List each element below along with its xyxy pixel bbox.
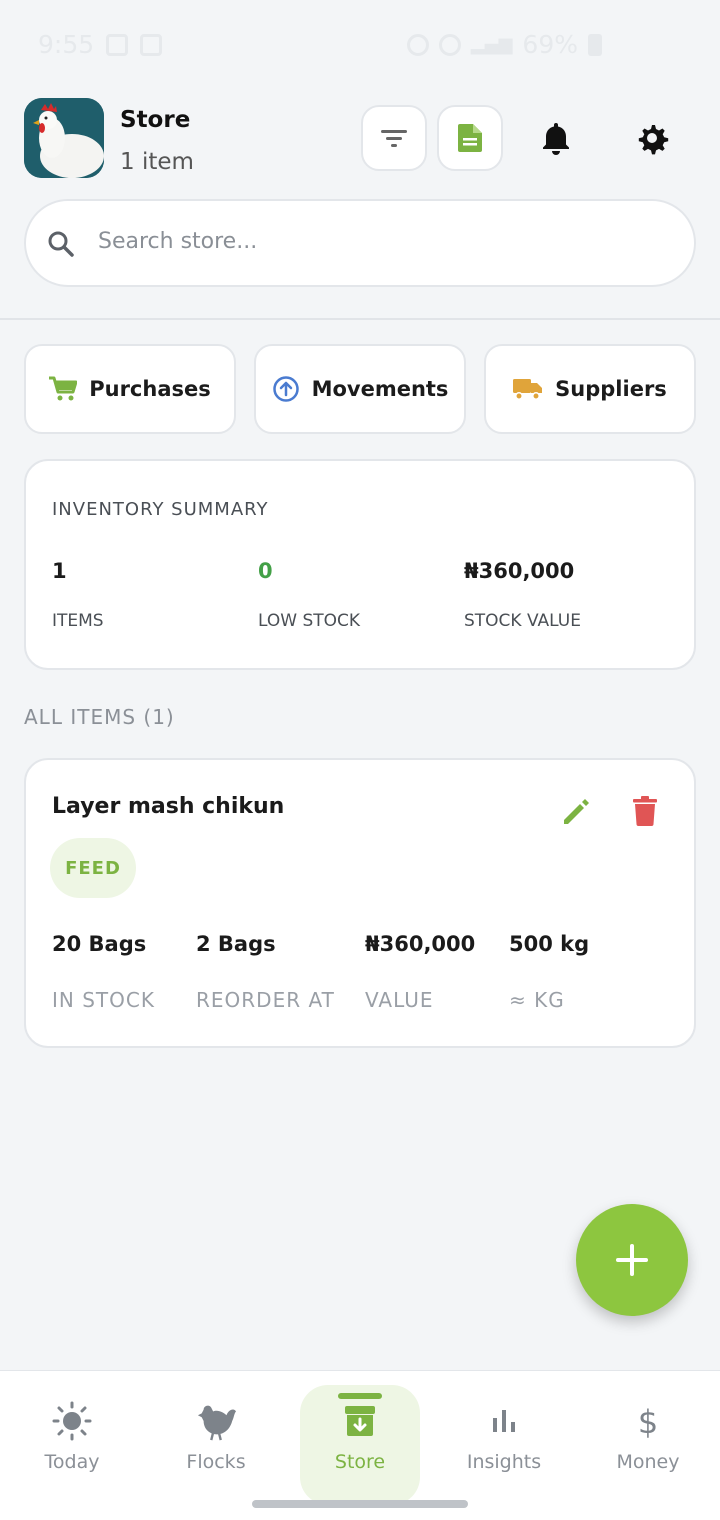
store-item-card[interactable]: Layer mash chikun FEED 20 Bags IN STOCK … <box>24 758 696 1048</box>
page-title: Store <box>120 107 191 133</box>
gesture-bar[interactable] <box>252 1500 468 1508</box>
search-icon <box>48 231 74 257</box>
nav-insights[interactable]: Insights <box>432 1371 576 1520</box>
pencil-icon <box>564 799 589 824</box>
reorder-label: REORDER AT <box>196 988 335 1012</box>
nav-active-indicator <box>338 1393 382 1399</box>
all-items-heading: ALL ITEMS (1) <box>24 705 175 729</box>
app-header: Store 1 item Search store... <box>0 95 720 320</box>
trash-icon <box>633 796 657 826</box>
plus-icon <box>616 1244 648 1276</box>
dollar-icon: $ <box>638 1403 658 1439</box>
lock-icon <box>106 33 129 56</box>
reorder-value: 2 Bags <box>196 932 276 956</box>
rooster-icon <box>197 1405 236 1441</box>
battery-icon <box>588 33 602 56</box>
nav-flocks-label: Flocks <box>186 1451 246 1473</box>
filter-icon <box>381 130 407 147</box>
item-value-label: VALUE <box>365 988 434 1012</box>
movements-label: Movements <box>311 377 449 401</box>
nav-today-label: Today <box>44 1451 100 1473</box>
settings-button[interactable] <box>619 105 685 171</box>
signal-icon: ▂▄▆ <box>470 34 513 55</box>
battery-percent: 69% <box>522 30 578 59</box>
search-bar[interactable]: Search store... <box>24 199 696 287</box>
item-count: 1 item <box>120 149 194 175</box>
edit-button[interactable] <box>560 796 592 832</box>
nav-insights-label: Insights <box>466 1451 542 1473</box>
nav-store-label: Store <box>334 1451 386 1473</box>
sun-icon <box>52 1401 92 1441</box>
nav-money-label: Money <box>616 1451 680 1473</box>
arrow-up-circle-icon <box>272 376 299 402</box>
svg-text:$: $ <box>638 1403 658 1439</box>
truck-icon <box>513 379 543 400</box>
kg-value: 500 kg <box>509 932 590 956</box>
hotspot-icon <box>438 33 461 56</box>
purchases-button[interactable]: Purchases <box>24 344 236 434</box>
bell-icon <box>543 123 569 155</box>
category-badge: FEED <box>50 838 136 898</box>
summary-caption: INVENTORY SUMMARY <box>52 499 269 520</box>
item-name: Layer mash chikun <box>52 794 285 819</box>
report-button[interactable] <box>437 105 503 171</box>
item-value-value: ₦360,000 <box>365 932 476 956</box>
image-icon <box>140 33 163 56</box>
items-count-value: 1 <box>52 559 67 583</box>
suppliers-label: Suppliers <box>555 377 667 401</box>
alarm-icon <box>406 33 429 56</box>
bottom-navigation: Today Flocks Store Insights $ Money <box>0 1370 720 1520</box>
inventory-summary-card: INVENTORY SUMMARY 1 ITEMS 0 LOW STOCK ₦3… <box>24 459 696 670</box>
store-avatar[interactable] <box>24 98 104 178</box>
purchases-label: Purchases <box>89 377 211 401</box>
in-stock-label: IN STOCK <box>52 988 155 1012</box>
document-icon <box>458 124 482 152</box>
in-stock-value: 20 Bags <box>52 932 147 956</box>
bar-chart-icon <box>493 1410 515 1432</box>
header-divider <box>0 318 720 320</box>
delete-button[interactable] <box>632 796 658 830</box>
archive-icon <box>345 1406 375 1436</box>
status-time: 9:55 <box>38 30 95 59</box>
search-input[interactable]: Search store... <box>98 229 257 254</box>
chicken-icon <box>24 98 104 178</box>
gear-icon <box>638 125 669 155</box>
filter-button[interactable] <box>361 105 427 171</box>
nav-today[interactable]: Today <box>0 1371 144 1520</box>
nav-money[interactable]: $ Money <box>576 1371 720 1520</box>
stock-value-value: ₦360,000 <box>464 559 575 583</box>
notifications-button[interactable] <box>523 105 589 171</box>
kg-label: ≈ KG <box>509 988 565 1012</box>
stock-value-label: STOCK VALUE <box>464 611 581 631</box>
status-bar: 9:55 ▂▄▆ 69% <box>0 0 720 95</box>
items-count-label: ITEMS <box>52 611 104 631</box>
nav-store[interactable]: Store <box>288 1371 432 1520</box>
nav-flocks[interactable]: Flocks <box>144 1371 288 1520</box>
add-item-button[interactable] <box>576 1204 688 1316</box>
movements-button[interactable]: Movements <box>254 344 466 434</box>
low-stock-value: 0 <box>258 559 273 583</box>
suppliers-button[interactable]: Suppliers <box>484 344 696 434</box>
cart-icon <box>49 376 78 401</box>
low-stock-label: LOW STOCK <box>258 611 361 631</box>
